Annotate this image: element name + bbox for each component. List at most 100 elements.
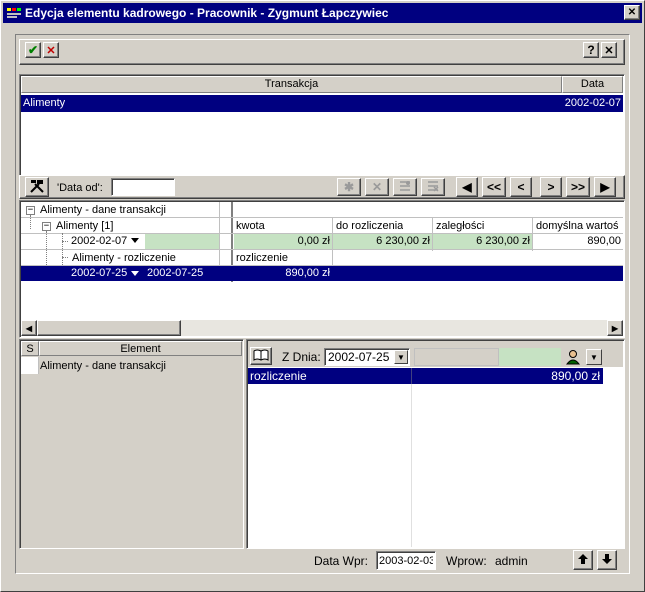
tree-line xyxy=(46,231,47,271)
next-icon: > xyxy=(547,180,555,194)
tree-child-label[interactable]: Alimenty [1] xyxy=(56,219,113,234)
grid-header-do-rozliczenia: do rozliczenia xyxy=(336,220,404,232)
detail-row-separator xyxy=(411,368,412,384)
date-from-label: 'Data od': xyxy=(57,182,103,194)
date-select-value: 2002-02-07 xyxy=(71,235,128,247)
scroll-right-button[interactable]: ▶ xyxy=(607,320,623,336)
checkmark-icon: ✔ xyxy=(27,43,39,57)
ok-button[interactable]: ✔ xyxy=(25,42,41,58)
nav-next-button[interactable]: > xyxy=(540,177,562,197)
rozliczenie-amount-value: 890,00 zł xyxy=(285,267,330,279)
element-status-cell xyxy=(21,357,39,374)
z-dnia-dropdown-button[interactable]: ▼ xyxy=(394,350,408,364)
edit-cancel-icon xyxy=(426,179,440,196)
arrow-down-icon xyxy=(601,553,613,568)
book-button[interactable] xyxy=(250,347,272,365)
kwota-value: 0,00 zł xyxy=(297,235,330,247)
nav-prev-button[interactable]: < xyxy=(510,177,532,197)
prev-page-icon: << xyxy=(486,180,501,194)
window-close-button[interactable]: ✕ xyxy=(624,5,640,20)
detail-column-line xyxy=(411,384,412,547)
grid-label-rozliczenie: rozliczenie xyxy=(236,252,288,264)
detail-green-field xyxy=(499,348,561,366)
edit-record-button[interactable] xyxy=(393,178,417,196)
domyslna-wartosc-cell[interactable]: 890,00 xyxy=(533,234,623,249)
tools-button[interactable] xyxy=(25,177,49,197)
transaction-name: Alimenty xyxy=(23,97,66,109)
detail-row[interactable]: rozliczenie 890,00 zł xyxy=(248,368,603,384)
detail-row-value: 890,00 zł xyxy=(551,369,600,383)
wprow-label: Wprow: xyxy=(446,554,487,568)
close-icon: ✕ xyxy=(604,44,614,57)
z-dnia-select[interactable]: 2002-07-25 ▼ xyxy=(324,348,410,366)
green-cell xyxy=(145,234,219,249)
tree-line xyxy=(62,241,68,242)
delete-icon: ✕ xyxy=(371,180,383,194)
first-record-icon: ◀ xyxy=(462,180,472,194)
add-record-button[interactable]: ✱ xyxy=(337,178,361,196)
detail-empty-field xyxy=(414,348,499,366)
nav-prev-page-button[interactable]: << xyxy=(482,177,506,197)
nav-last-button[interactable]: ▶ xyxy=(594,177,616,197)
user-dropdown-button[interactable]: ▼ xyxy=(586,349,602,365)
arrow-up-icon xyxy=(577,553,589,568)
z-dnia-value: 2002-07-25 xyxy=(328,350,390,364)
rozliczenie-amount-cell[interactable]: 890,00 zł xyxy=(234,266,332,281)
dropdown-arrow-icon xyxy=(131,238,139,243)
cancel-x-icon: ✕ xyxy=(46,44,56,57)
column-header-element[interactable]: Element xyxy=(39,341,242,356)
do-rozliczenia-cell[interactable]: 6 230,00 zł xyxy=(333,234,432,249)
transaction-row[interactable]: Alimenty 2002-02-07 xyxy=(21,95,623,112)
user-icon[interactable] xyxy=(563,348,583,366)
scroll-left-button[interactable]: ◀ xyxy=(21,320,37,336)
column-header-transakcja[interactable]: Transakcja xyxy=(21,76,562,93)
date-select-value: 2002-07-25 xyxy=(71,267,128,279)
horizontal-scrollbar[interactable]: ◀ ▶ xyxy=(21,320,623,336)
nav-next-page-button[interactable]: >> xyxy=(566,177,590,197)
zaleglosci-cell[interactable]: 6 230,00 zł xyxy=(433,234,532,249)
move-up-button[interactable] xyxy=(573,550,593,570)
tree-root-label[interactable]: Alimenty - dane transakcji xyxy=(40,203,166,218)
date-select-row2[interactable]: 2002-07-25 xyxy=(69,266,145,281)
tree-sub-label[interactable]: Alimenty - rozliczenie xyxy=(72,251,176,266)
collapse-icon[interactable]: − xyxy=(26,206,35,215)
column-header-data[interactable]: Data xyxy=(562,76,623,93)
next-page-icon: >> xyxy=(570,180,585,194)
panel-close-button[interactable]: ✕ xyxy=(601,42,617,58)
chevron-down-icon: ▼ xyxy=(397,352,405,362)
scroll-thumb[interactable] xyxy=(37,320,181,336)
move-down-button[interactable] xyxy=(597,550,617,570)
title-bar[interactable]: Edycja elementu kadrowego - Pracownik - … xyxy=(3,3,642,23)
domyslna-wartosc-value: 890,00 xyxy=(587,235,621,247)
help-icon: ? xyxy=(587,43,595,57)
cancel-edit-button[interactable] xyxy=(421,178,445,196)
star-icon: ✱ xyxy=(343,180,355,194)
zaleglosci-value: 6 230,00 zł xyxy=(476,235,530,247)
kwota-cell[interactable]: 0,00 zł xyxy=(234,234,332,249)
prev-icon: < xyxy=(517,180,525,194)
nav-first-button[interactable]: ◀ xyxy=(456,177,478,197)
delete-record-button[interactable]: ✕ xyxy=(365,178,389,196)
top-toolbar xyxy=(19,39,625,65)
grid-header-domyslna-wartosc: domyślna wartoś xyxy=(536,220,619,232)
grid-header-zaleglosci: zaległości xyxy=(436,220,485,232)
tree-line xyxy=(30,215,31,229)
date-select-row1[interactable]: 2002-02-07 xyxy=(69,234,145,249)
column-header-s[interactable]: S xyxy=(21,341,39,356)
data-wpr-label: Data Wpr: xyxy=(314,554,369,568)
dropdown-arrow-icon xyxy=(131,271,139,276)
dialog-window: Edycja elementu kadrowego - Pracownik - … xyxy=(0,0,645,592)
edit-star-icon xyxy=(398,179,412,196)
element-list-item[interactable]: Alimenty - dane transakcji xyxy=(40,359,166,374)
grid-separator xyxy=(21,249,623,250)
data-wpr-input[interactable] xyxy=(376,551,436,570)
hammer-icon xyxy=(29,178,45,197)
transaction-date: 2002-02-07 xyxy=(564,97,621,109)
date-from-input[interactable] xyxy=(111,178,175,196)
help-button[interactable]: ? xyxy=(583,42,599,58)
filter-bar xyxy=(19,175,625,199)
collapse-icon[interactable]: − xyxy=(42,222,51,231)
sub-date-value: 2002-07-25 xyxy=(147,267,204,279)
cancel-button[interactable]: ✕ xyxy=(43,42,59,58)
chevron-down-icon: ▼ xyxy=(590,352,598,362)
